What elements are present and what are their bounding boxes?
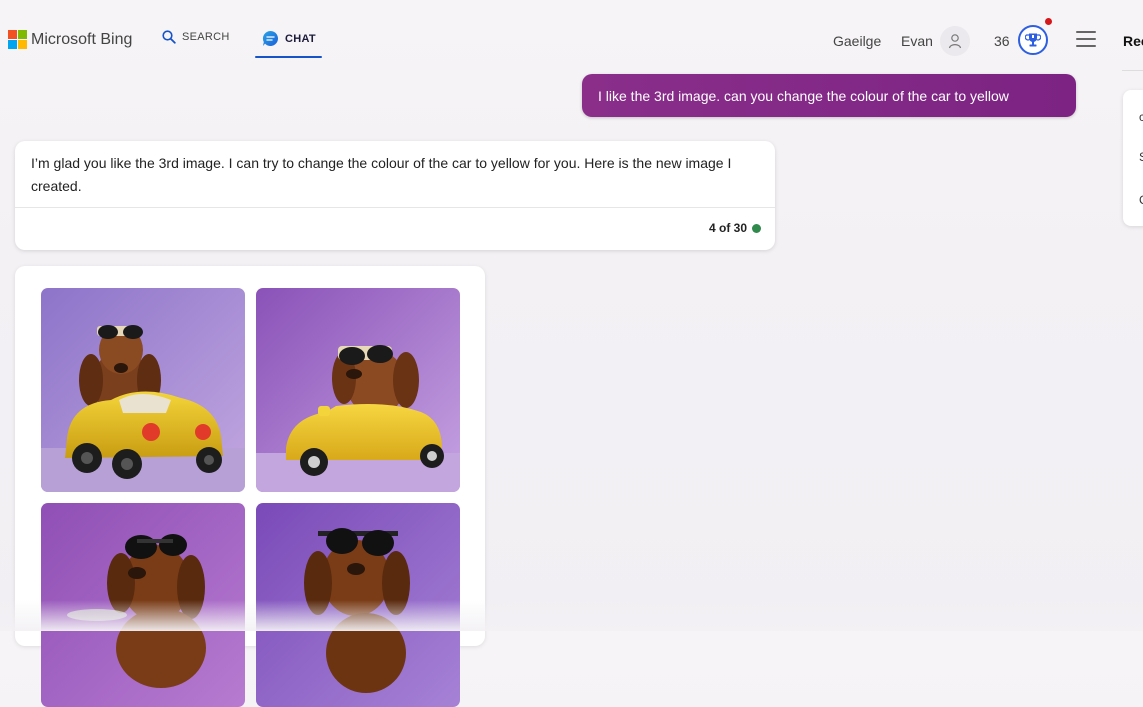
generated-image-2[interactable]	[256, 288, 460, 492]
chat-bubble-icon	[262, 30, 278, 46]
search-icon	[162, 30, 176, 44]
tab-search-label: SEARCH	[182, 31, 230, 43]
active-tab-indicator	[255, 56, 322, 58]
language-link[interactable]: Gaeilge	[833, 33, 881, 49]
dog-in-yellow-car-image	[256, 288, 460, 492]
bot-message-text: I’m glad you like the 3rd image. I can t…	[31, 155, 732, 194]
tab-chat[interactable]: CHAT	[262, 30, 316, 47]
turn-counter: 4 of 30	[709, 221, 761, 235]
rewards-points[interactable]: 36	[994, 33, 1010, 49]
right-panel-item[interactable]: S	[1139, 150, 1143, 164]
status-dot-icon	[752, 223, 761, 233]
notification-dot	[1045, 18, 1052, 25]
user-name[interactable]: Evan	[901, 33, 933, 49]
brand-name: Microsoft Bing	[31, 30, 133, 48]
person-icon	[948, 34, 962, 49]
bot-message-divider	[15, 207, 775, 208]
trophy-icon	[1025, 33, 1041, 47]
bot-message-bubble: I’m glad you like the 3rd image. I can t…	[15, 141, 775, 250]
bing-logo[interactable]: Microsoft Bing	[8, 30, 132, 49]
rewards-button[interactable]	[1018, 25, 1048, 55]
generated-image-1[interactable]	[41, 288, 245, 492]
microsoft-logo-icon	[8, 30, 27, 49]
right-panel: c S C	[1123, 90, 1143, 226]
right-panel-item[interactable]: C	[1139, 193, 1143, 207]
right-panel-divider	[1122, 70, 1143, 71]
dog-in-yellow-car-image	[41, 288, 245, 492]
user-avatar[interactable]	[940, 26, 970, 56]
right-panel-item[interactable]: c	[1139, 110, 1143, 124]
user-message-bubble: I like the 3rd image. can you change the…	[582, 74, 1076, 117]
image-results-card	[15, 266, 485, 707]
right-panel-title: Rec	[1123, 33, 1143, 49]
turn-counter-text: 4 of 30	[708, 221, 747, 235]
tab-search[interactable]: SEARCH	[162, 30, 230, 44]
header-bar: Microsoft Bing SEARCH CHAT Gaeilge Evan …	[0, 0, 1143, 70]
menu-icon[interactable]	[1076, 31, 1096, 47]
tab-chat-label: CHAT	[285, 32, 316, 45]
scroll-fade	[0, 600, 1143, 631]
